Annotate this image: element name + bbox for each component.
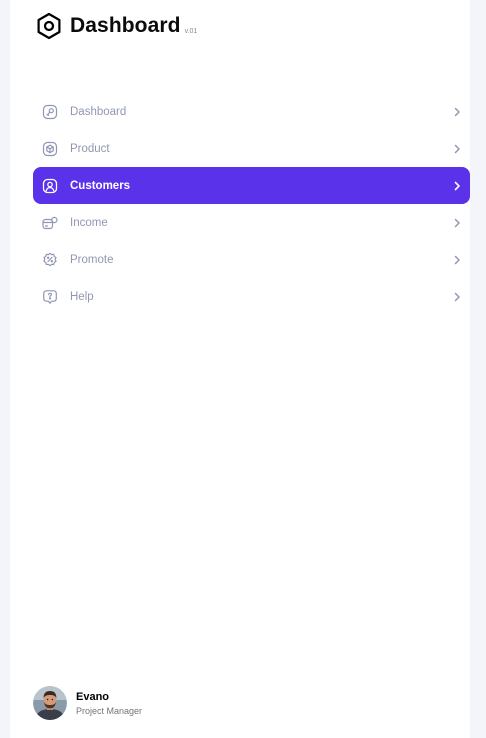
brand[interactable]: Dashboard v.01	[36, 12, 197, 40]
sidebar: Dashboard v.01 Dashboard Product Custome…	[10, 0, 470, 738]
chevron-right-icon	[454, 255, 460, 264]
hexagon-settings-icon	[37, 12, 61, 40]
nav-item-dashboard[interactable]: Dashboard	[33, 93, 470, 130]
cube-icon	[42, 141, 58, 157]
chevron-right-icon	[454, 144, 460, 153]
chevron-right-icon	[454, 292, 460, 301]
nav-item-promote[interactable]: Promote	[33, 241, 470, 278]
chevron-right-icon	[454, 107, 460, 116]
profile-role: Project Manager	[76, 705, 143, 716]
nav-item-product[interactable]: Product	[33, 130, 470, 167]
nav-label-income: Income	[70, 216, 108, 229]
nav-item-help[interactable]: Help	[33, 278, 470, 315]
nav-label-customers: Customers	[70, 179, 131, 192]
wallet-money-icon	[42, 215, 58, 231]
discount-shape-icon	[42, 252, 58, 268]
app-title: Dashboard	[70, 14, 181, 37]
nav-label-dashboard: Dashboard	[70, 105, 127, 118]
app-version: v.01	[184, 27, 198, 35]
sidebar-nav: Dashboard Product Customers Income Promo…	[33, 93, 470, 315]
nav-label-help: Help	[70, 290, 94, 303]
user-square-icon	[42, 178, 58, 194]
nav-item-customers[interactable]: Customers	[33, 167, 470, 204]
nav-item-income[interactable]: Income	[33, 204, 470, 241]
avatar[interactable]	[33, 686, 67, 720]
key-square-icon	[42, 104, 58, 120]
chevron-right-icon	[454, 181, 460, 190]
nav-label-product: Product	[70, 142, 110, 155]
message-question-icon	[42, 289, 58, 305]
nav-label-promote: Promote	[70, 253, 114, 266]
user-profile[interactable]: Evano Project Manager	[33, 686, 142, 720]
profile-text: Evano Project Manager	[76, 691, 142, 716]
profile-name: Evano	[76, 690, 110, 703]
chevron-right-icon	[454, 218, 460, 227]
